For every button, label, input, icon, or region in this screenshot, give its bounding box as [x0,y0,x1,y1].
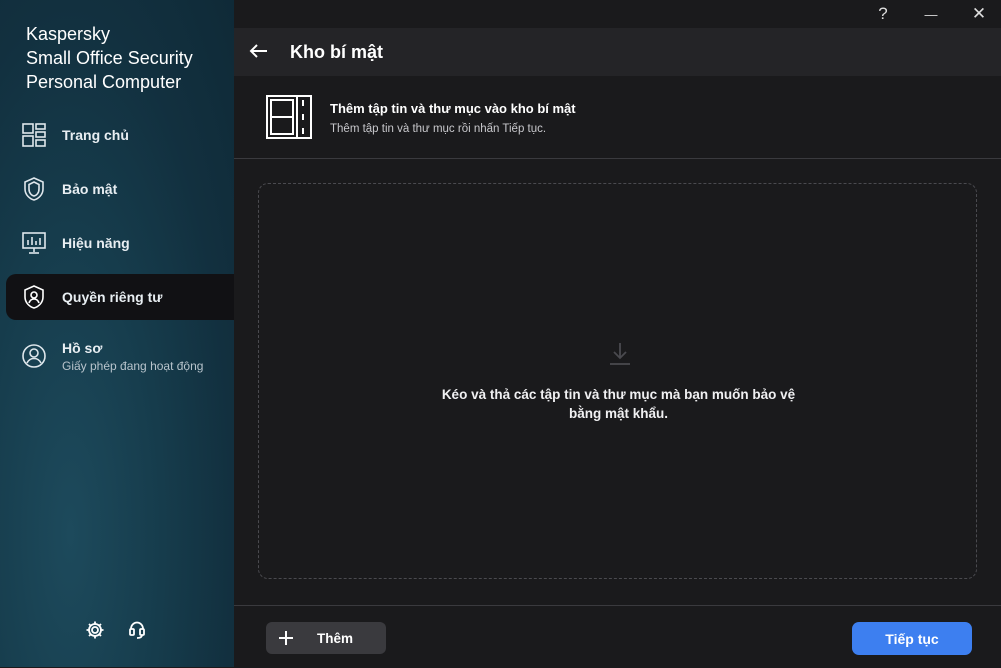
sidebar-item-label: Quyền riêng tư [62,289,163,305]
help-button[interactable]: ? [860,0,906,28]
minimize-icon: — [924,6,938,22]
info-title: Thêm tập tin và thư mục vào kho bí mật [330,101,576,116]
support-icon[interactable] [127,620,147,640]
sidebar-item-label: Trang chủ [62,127,129,143]
performance-monitor-icon [21,230,47,256]
drop-instructions: Kéo và thả các tập tin và thư mục mà bạn… [259,385,978,423]
main-panel: ? — ✕ Kho bí mật Thêm tập tin và thư mục… [234,0,1001,667]
footer-bar: Thêm Tiếp tục [234,605,1001,668]
sidebar-item-label: Bảo mật [62,181,118,197]
app-brand: Kaspersky Small Office Security Personal… [26,22,193,94]
close-icon: ✕ [971,4,987,23]
help-icon: ? [878,4,888,23]
page-title: Kho bí mật [290,42,383,62]
download-icon [608,341,632,367]
sidebar: Kaspersky Small Office Security Personal… [0,0,234,667]
continue-button-label: Tiếp tục [885,630,939,647]
drop-line-2: bằng mật khẩu. [568,406,668,421]
profile-icon [21,343,47,369]
privacy-shield-user-icon [21,284,47,310]
sidebar-item-privacy[interactable]: Quyền riêng tư [6,274,234,320]
sidebar-bottom-icons [85,620,147,640]
window-titlebar: ? — ✕ [234,0,1001,28]
dashboard-icon [21,122,47,148]
sidebar-nav: Trang chủ Bảo mật Hiệu năng Quyền riêng … [0,108,234,388]
brand-line-2: Small Office Security [26,48,193,68]
sidebar-item-home[interactable]: Trang chủ [0,108,234,162]
sidebar-item-profile[interactable]: Hồ sơ Giấy phép đang hoạt động [0,324,234,388]
add-button[interactable]: Thêm [266,622,386,654]
shield-icon [21,176,47,202]
minimize-button[interactable]: — [908,0,954,28]
continue-button[interactable]: Tiếp tục [852,622,972,655]
drop-line-1: Kéo và thả các tập tin và thư mục mà bạn… [441,387,796,402]
info-banner: Thêm tập tin và thư mục vào kho bí mật T… [234,76,1001,159]
add-button-label: Thêm [317,630,354,646]
back-arrow-icon[interactable] [248,40,270,62]
file-drop-zone[interactable]: Kéo và thả các tập tin và thư mục mà bạn… [258,183,977,579]
sidebar-item-security[interactable]: Bảo mật [0,162,234,216]
brand-line-1: Kaspersky [26,24,111,44]
sidebar-item-label: Hồ sơ [62,339,103,356]
license-status: Giấy phép đang hoạt động [62,358,204,373]
settings-gear-icon[interactable] [85,620,105,640]
plus-icon [278,630,294,646]
sidebar-item-label: Hiệu năng [62,235,130,251]
close-button[interactable]: ✕ [956,0,1001,28]
page-header: Kho bí mật [234,28,1001,76]
brand-line-3: Personal Computer [26,72,182,92]
info-subtitle: Thêm tập tin và thư mục rồi nhấn Tiếp tụ… [330,123,547,135]
vault-safe-icon [265,93,315,141]
sidebar-item-performance[interactable]: Hiệu năng [0,216,234,270]
